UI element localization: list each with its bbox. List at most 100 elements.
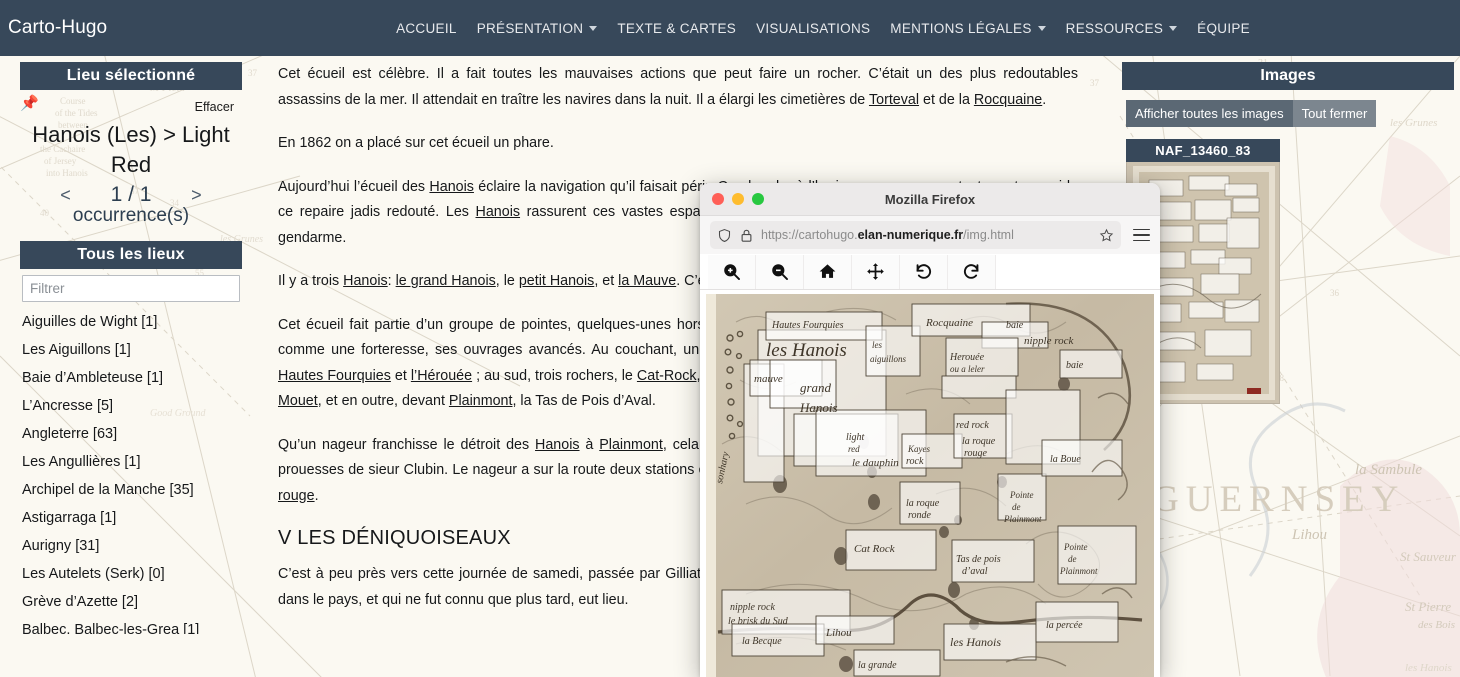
firefox-window[interactable]: Mozilla Firefox https://cartohugo.elan-n… (700, 183, 1160, 677)
occurrence-count: 1 / 1 (110, 183, 152, 207)
place-list-item[interactable]: Archipel de la Manche [35] (22, 476, 240, 504)
thumbnail-title: NAF_13460_83 (1126, 139, 1280, 162)
image-viewer-toolbar (700, 254, 1160, 290)
nav-item-ressources[interactable]: RESSOURCES (1056, 15, 1188, 42)
zoom-in-button[interactable] (708, 254, 756, 289)
nav-item-accueil[interactable]: ACCUEIL (386, 15, 467, 42)
show-all-images-button[interactable]: Afficher toutes les images (1126, 100, 1293, 127)
place-link[interactable]: le grand Hanois (396, 273, 496, 289)
chevron-down-icon (589, 25, 598, 31)
nav-item-presentation[interactable]: PRÉSENTATION (467, 15, 608, 42)
selected-place-header: Lieu sélectionné (20, 62, 242, 90)
place-list-item[interactable]: Les Angullières [1] (22, 448, 240, 476)
window-controls (712, 193, 764, 205)
manuscript-image[interactable]: Hautes Fourquies les Hanois mauve grand … (706, 294, 1154, 677)
place-list-item[interactable]: Les Autelets (Serk) [0] (22, 560, 240, 588)
rotate-left-button[interactable] (900, 254, 948, 289)
padlock-icon[interactable] (739, 228, 754, 243)
place-link[interactable]: Hanois (429, 179, 474, 195)
place-list-item[interactable]: L’Ancresse [5] (22, 392, 240, 420)
svg-text:Herouée: Herouée (949, 352, 985, 363)
place-link[interactable]: Rocquaine (974, 92, 1042, 108)
image-viewer-viewport[interactable]: Hautes Fourquies les Hanois mauve grand … (700, 290, 1160, 677)
place-link[interactable]: Hanois (476, 204, 521, 220)
site-brand[interactable]: Carto-Hugo (8, 17, 107, 39)
left-sidebar: Lieu sélectionné 📌 Effacer Hanois (Les) … (0, 62, 262, 677)
svg-text:red: red (848, 444, 860, 454)
rotate-right-button[interactable] (948, 254, 996, 289)
nav-label: ÉQUIPE (1197, 20, 1250, 36)
firefox-window-title: Mozilla Firefox (884, 191, 976, 207)
svg-text:Kayes: Kayes (907, 444, 930, 454)
nav-item-mentions-legales[interactable]: MENTIONS LÉGALES (880, 15, 1055, 42)
place-list[interactable]: Aiguilles de Wight [1] Les Aiguillons [1… (0, 304, 262, 634)
home-button[interactable] (804, 254, 852, 289)
svg-text:Cat Rock: Cat Rock (854, 543, 896, 555)
place-list-item[interactable]: Astigarraga [1] (22, 504, 240, 532)
clear-selection-button[interactable]: Effacer (195, 100, 234, 114)
pan-move-button[interactable] (852, 254, 900, 289)
chevron-down-icon (1169, 25, 1178, 31)
url-bar[interactable]: https://cartohugo.elan-numerique.fr/img.… (710, 221, 1121, 249)
nav-item-equipe[interactable]: ÉQUIPE (1187, 15, 1260, 42)
selected-place-toprow: 📌 Effacer (12, 96, 250, 118)
url-prefix: https://cartohugo. (761, 228, 858, 242)
place-link[interactable]: petit Hanois (519, 273, 595, 289)
shield-icon[interactable] (717, 228, 732, 243)
place-list-item[interactable]: Balbec, Balbec-les-Grea [1] (22, 616, 240, 634)
svg-text:Rocquaine: Rocquaine (925, 317, 973, 329)
svg-text:Pointe: Pointe (1009, 490, 1034, 500)
place-link[interactable]: l’Hérouée (411, 368, 472, 384)
svg-text:nipple rock: nipple rock (730, 602, 775, 613)
maximize-window-button[interactable] (752, 193, 764, 205)
star-icon[interactable] (1099, 228, 1114, 243)
close-all-images-button[interactable]: Tout fermer (1292, 100, 1377, 127)
zoom-out-button[interactable] (756, 254, 804, 289)
place-link[interactable]: la Mauve (618, 273, 676, 289)
place-link[interactable]: Plainmont (449, 393, 513, 409)
svg-text:le dauphin: le dauphin (852, 457, 899, 469)
svg-text:la percée: la percée (1046, 620, 1083, 631)
svg-text:d’aval: d’aval (962, 566, 988, 577)
place-list-item[interactable]: Aiguilles de Wight [1] (22, 308, 240, 336)
svg-text:aiguillons: aiguillons (870, 354, 907, 364)
svg-text:les Hanois: les Hanois (766, 340, 847, 361)
svg-text:Plainmont: Plainmont (1003, 514, 1042, 524)
place-list-item[interactable]: Grève d’Azette [2] (22, 588, 240, 616)
svg-text:grand: grand (800, 380, 832, 395)
firefox-navbar: https://cartohugo.elan-numerique.fr/img.… (700, 216, 1160, 254)
firefox-titlebar[interactable]: Mozilla Firefox (700, 183, 1160, 216)
svg-text:baie: baie (1066, 360, 1084, 371)
prev-occurrence-button[interactable]: < (59, 185, 73, 206)
place-link[interactable]: Hautes Fourquies (278, 368, 391, 384)
nav-item-texte-et-cartes[interactable]: TEXTE & CARTES (607, 15, 746, 42)
place-link[interactable]: Torteval (869, 92, 919, 108)
close-window-button[interactable] (712, 193, 724, 205)
url-suffix: /img.html (963, 228, 1014, 242)
place-list-item[interactable]: Angleterre [63] (22, 420, 240, 448)
selected-place-body: 📌 Effacer Hanois (Les) > Light Red < 1 /… (0, 90, 262, 231)
nav-label: TEXTE & CARTES (617, 20, 737, 36)
place-link[interactable]: Plainmont (599, 437, 663, 453)
svg-text:la grande: la grande (858, 660, 897, 671)
place-link[interactable]: Hanois (535, 437, 580, 453)
chevron-down-icon (1037, 25, 1046, 31)
url-text[interactable]: https://cartohugo.elan-numerique.fr/img.… (761, 228, 1092, 242)
svg-text:la roque: la roque (962, 436, 996, 447)
place-list-item[interactable]: Aurigny [31] (22, 532, 240, 560)
hamburger-menu-icon[interactable] (1133, 228, 1150, 242)
all-places-header: Tous les lieux (20, 241, 242, 270)
nav-menu: ACCUEIL PRÉSENTATION TEXTE & CARTES VISU… (386, 15, 1260, 42)
svg-text:les: les (872, 340, 882, 350)
svg-text:Pointe: Pointe (1063, 542, 1088, 552)
svg-text:nipple rock: nipple rock (1024, 335, 1074, 347)
place-list-item[interactable]: Les Aiguillons [1] (22, 336, 240, 364)
place-link[interactable]: Cat-Rock (637, 368, 697, 384)
nav-item-visualisations[interactable]: VISUALISATIONS (746, 15, 880, 42)
place-list-item[interactable]: Baie d’Ambleteuse [1] (22, 364, 240, 392)
filter-input[interactable] (22, 275, 240, 303)
next-occurrence-button[interactable]: > (189, 185, 203, 206)
svg-text:Plainmont: Plainmont (1059, 566, 1098, 576)
minimize-window-button[interactable] (732, 193, 744, 205)
place-link[interactable]: Hanois (343, 273, 388, 289)
